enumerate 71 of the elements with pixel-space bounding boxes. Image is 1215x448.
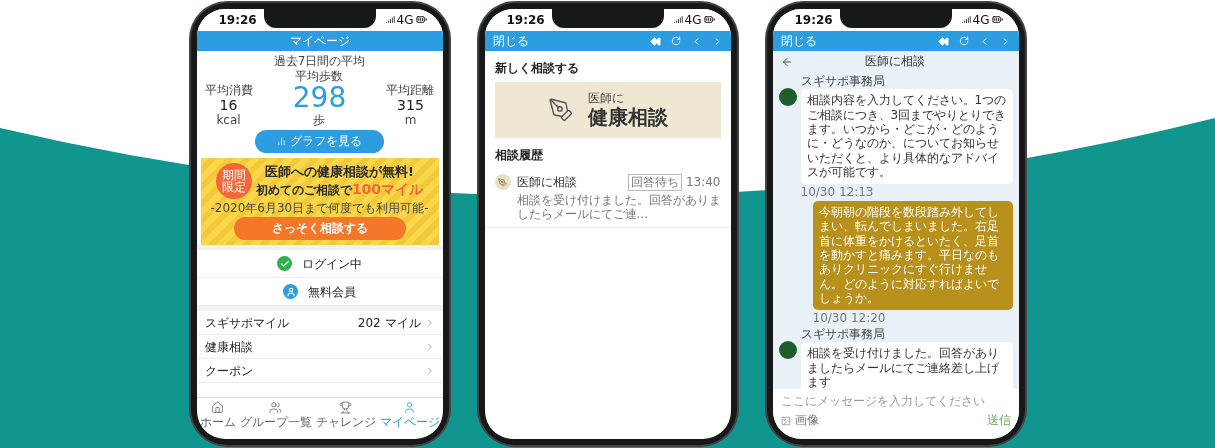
tab[interactable]: ホーム (199, 400, 236, 429)
menu-item[interactable]: 健康相談 (196, 335, 443, 360)
avatar (778, 87, 797, 106)
network-label: 4G (972, 12, 990, 28)
tab-icon (339, 400, 352, 414)
stat-value: 315 (397, 97, 424, 113)
image-icon[interactable] (780, 415, 791, 426)
status-time: 19:26 (506, 12, 545, 28)
limited-badge: 期間限定 (215, 162, 252, 199)
menu-item[interactable]: スギサポマイル 202 マイル (196, 311, 443, 336)
signal-icon (961, 15, 971, 25)
reload-icon[interactable] (670, 36, 681, 47)
card-caption: 医師に (587, 90, 625, 105)
stat-value: 298 (292, 83, 347, 113)
sender-name: スギサポ事務局 (800, 73, 885, 89)
check-icon (277, 256, 292, 272)
tab[interactable]: チャレンジ (315, 400, 376, 429)
rewind-icon[interactable] (937, 35, 949, 47)
sender-name: スギサポ事務局 (800, 327, 885, 342)
battery-icon (991, 14, 1003, 26)
stat-value: 16 (219, 97, 238, 113)
consult-card[interactable]: 医師に 健康相談 (494, 81, 721, 138)
reload-icon[interactable] (958, 36, 969, 47)
period-label: 過去7日間の平均 (273, 54, 366, 69)
network-label: 4G (684, 12, 702, 28)
stat-unit: m (404, 112, 417, 127)
message-bubble: 今朝朝の階段を数段踏み外してしまい、転んでしまいました。右足首に体重をかけるといたく、足首を動かすと痛みます。平日なのもありクリニックにすぐ行けません。どのように対応すればよいでしょうか。 (812, 200, 1013, 310)
history-title: 医師に相談 (516, 175, 578, 190)
history-preview: 相談を受け付けました。回答がありましたらメールにてご連... (516, 192, 721, 222)
stat-label: 平均距離 (386, 83, 435, 98)
section-title: 新しく相談する (493, 60, 580, 78)
message-bubble: 相談内容を入力してください。1つのご相談につき、3回までやりとりできます。いつから・どこが・どのように・どうなのか、についてお知らせいただくと、より具体的なアドバイスが可能です。 (800, 89, 1013, 184)
promo-banner[interactable]: 期間限定 医師への健康相談が無料! 初めてのご相談で100マイル -2020年6月30日まで何度でも利用可能- さっそく相談する (200, 157, 439, 246)
status-tag: 回答待ち (627, 174, 682, 191)
promo-headline: 医師への健康相談が無料! (265, 164, 414, 180)
tab[interactable]: グループ一覧 (239, 400, 312, 429)
chart-icon (277, 136, 286, 146)
tab-icon (269, 400, 282, 414)
rewind-icon[interactable] (649, 35, 661, 47)
promo-note: -2020年6月30日まで何度でも利用可能- (210, 200, 429, 216)
stat-label: 平均消費 (204, 83, 253, 98)
pen-icon (547, 96, 574, 123)
signal-icon (385, 15, 395, 25)
status-label: ログイン中 (302, 256, 362, 272)
network-label: 4G (396, 12, 414, 28)
back-arrow-icon[interactable] (780, 55, 793, 68)
section-title: 相談履歴 (493, 146, 544, 164)
stat-unit: 歩 (313, 112, 326, 127)
tab-icon (403, 400, 416, 414)
user-icon (283, 284, 298, 300)
history-time: 13:40 (685, 175, 721, 190)
battery-icon (703, 14, 715, 26)
attach-label: 画像 (794, 413, 819, 428)
pen-icon (494, 174, 511, 191)
tab-icon (211, 400, 224, 414)
signal-icon (673, 15, 683, 25)
stat-label: 平均歩数 (295, 68, 344, 84)
menu-item[interactable]: クーポン (196, 359, 443, 384)
status-time: 19:26 (218, 12, 257, 28)
card-title: 健康相談 (587, 104, 668, 129)
promo-subline: 初めてのご相談で100マイル (255, 180, 424, 198)
battery-icon (415, 14, 427, 26)
page-header: マイページ (196, 31, 443, 52)
status-time: 19:26 (794, 12, 833, 28)
message-time: 10/30 12:13 (800, 184, 874, 199)
chat-title: 医師に相談 (863, 54, 926, 69)
status-label: 無料会員 (308, 284, 356, 300)
message-time: 10/30 12:20 (812, 310, 886, 326)
stat-unit: kcal (216, 112, 241, 127)
menu-value: 202 マイル (357, 315, 421, 331)
avatar (778, 341, 797, 360)
